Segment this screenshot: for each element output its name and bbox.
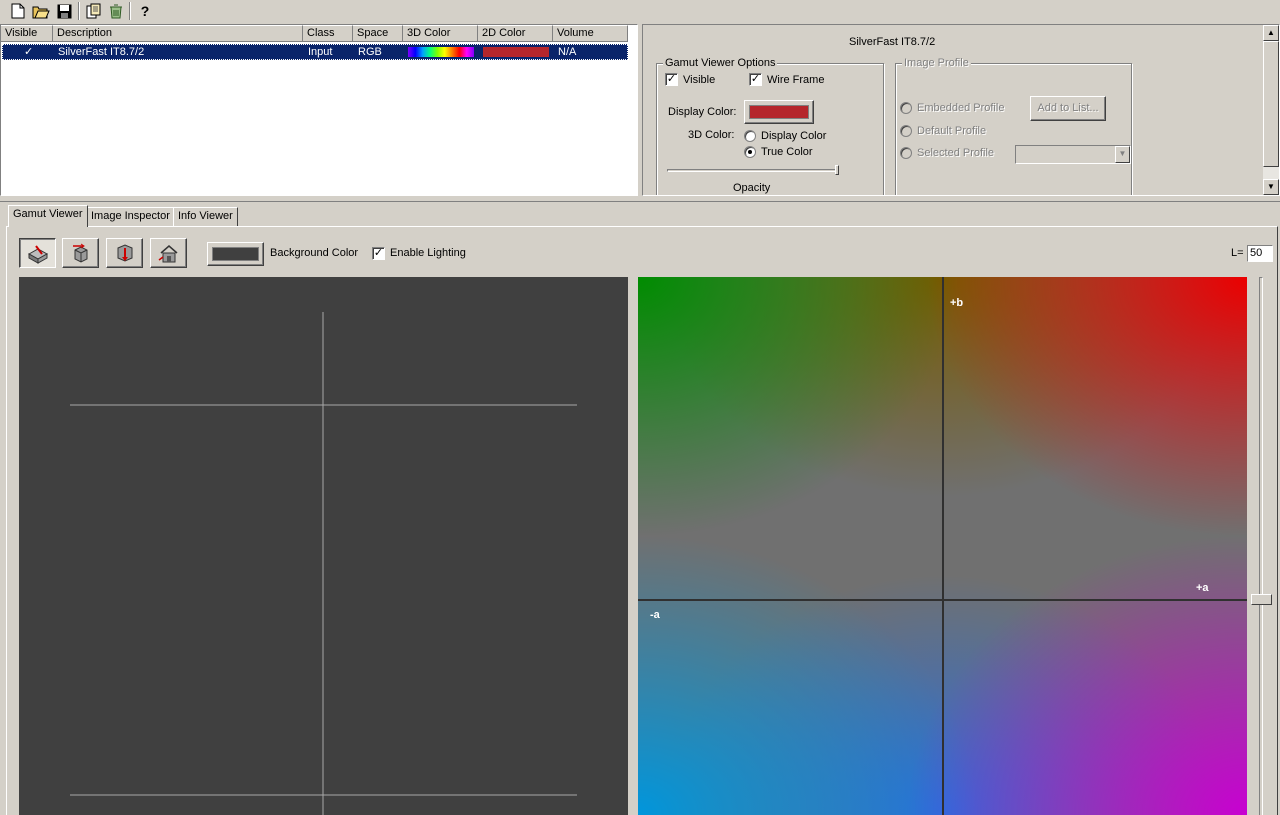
gamut-3d-viewport[interactable] bbox=[19, 277, 628, 815]
display-color-radio-label: Display Color bbox=[761, 130, 827, 142]
true-color-radio-label: True Color bbox=[761, 146, 813, 158]
move-down-tool[interactable] bbox=[106, 238, 143, 268]
display-color-button[interactable] bbox=[744, 100, 814, 124]
3d-color-label: 3D Color: bbox=[688, 129, 735, 141]
opacity-label: Opacity bbox=[733, 182, 771, 194]
image-profile-title: Image Profile bbox=[902, 57, 971, 69]
main-toolbar: ? bbox=[0, 0, 1280, 23]
column-header-space[interactable]: Space bbox=[353, 25, 403, 42]
ab-a-axis bbox=[638, 599, 1247, 601]
view-3d-icon bbox=[27, 245, 48, 264]
wire-frame-checkbox[interactable]: ✓ bbox=[749, 73, 762, 86]
options-panel-title: SilverFast IT8.7/2 bbox=[849, 36, 936, 48]
embedded-profile-radio[interactable] bbox=[900, 102, 912, 114]
background-color-label: Background Color bbox=[270, 247, 359, 259]
selected-profile-radio[interactable] bbox=[900, 147, 912, 159]
toolbar-separator bbox=[78, 2, 80, 20]
l-value-input[interactable]: 50 bbox=[1247, 245, 1273, 262]
row-3d-color-swatch bbox=[408, 47, 474, 57]
rotate-tool[interactable] bbox=[62, 238, 99, 268]
selected-profile-label: Selected Profile bbox=[917, 147, 995, 159]
background-color-button[interactable] bbox=[207, 242, 264, 266]
visible-checkmark[interactable]: ✓ bbox=[24, 44, 33, 60]
selected-profile-dropdown[interactable]: ▼ bbox=[1015, 145, 1131, 164]
home-view-icon bbox=[158, 245, 177, 263]
row-class: Input bbox=[308, 46, 333, 58]
true-color-radio[interactable] bbox=[744, 146, 756, 158]
row-2d-color-swatch bbox=[483, 47, 549, 57]
display-color-swatch bbox=[749, 105, 809, 119]
visible-checkbox[interactable]: ✓ bbox=[665, 73, 678, 86]
column-header-volume[interactable]: Volume bbox=[553, 25, 628, 42]
display-color-radio[interactable] bbox=[744, 130, 756, 142]
row-description: SilverFast IT8.7/2 bbox=[58, 46, 145, 58]
tab-info-viewer[interactable]: Info Viewer bbox=[173, 207, 238, 226]
l-slider-thumb[interactable] bbox=[1251, 594, 1272, 605]
copy-icon[interactable] bbox=[83, 1, 105, 21]
display-color-label: Display Color: bbox=[668, 106, 737, 118]
wire-frame-label: Wire Frame bbox=[767, 74, 825, 86]
default-profile-label: Default Profile bbox=[917, 125, 987, 137]
enable-lighting-checkbox[interactable]: ✓ bbox=[372, 247, 385, 260]
home-view-tool[interactable] bbox=[150, 238, 187, 268]
background-color-swatch bbox=[212, 247, 259, 261]
rotate-icon bbox=[72, 243, 87, 263]
horizontal-splitter[interactable] bbox=[0, 196, 1280, 202]
opacity-slider-track[interactable] bbox=[667, 169, 839, 172]
profile-list: Visible Description Class Space 3D Color… bbox=[0, 24, 638, 196]
options-scrollbar[interactable]: ▲ ▼ bbox=[1263, 25, 1279, 195]
column-header-visible[interactable]: Visible bbox=[1, 25, 53, 42]
enable-lighting-label: Enable Lighting bbox=[390, 247, 466, 259]
toolbar-separator bbox=[129, 2, 131, 20]
l-slider-track[interactable] bbox=[1259, 277, 1263, 815]
help-icon[interactable]: ? bbox=[134, 1, 156, 21]
minus-a-label: -a bbox=[650, 609, 660, 621]
gamut-3d-wireframe bbox=[70, 312, 577, 815]
l-value-label: L= bbox=[1231, 247, 1244, 259]
recycle-icon[interactable] bbox=[105, 1, 127, 21]
open-folder-icon[interactable] bbox=[30, 1, 52, 21]
tab-gamut-viewer[interactable]: Gamut Viewer bbox=[8, 205, 88, 227]
chevron-down-icon[interactable]: ▼ bbox=[1115, 146, 1130, 163]
column-header-2d-color[interactable]: 2D Color bbox=[478, 25, 553, 42]
plus-b-label: +b bbox=[950, 297, 964, 309]
ab-b-axis bbox=[942, 277, 944, 815]
column-header-class[interactable]: Class bbox=[303, 25, 353, 42]
tab-image-inspector[interactable]: Image Inspector bbox=[86, 207, 175, 226]
embedded-profile-label: Embedded Profile bbox=[917, 102, 1005, 114]
plus-a-label: +a bbox=[1196, 582, 1209, 594]
scroll-thumb[interactable] bbox=[1263, 41, 1279, 167]
new-file-icon[interactable] bbox=[7, 1, 29, 21]
scroll-down-icon[interactable]: ▼ bbox=[1263, 179, 1279, 195]
ab-color-plane[interactable]: +b +a -a bbox=[638, 277, 1247, 815]
row-space: RGB bbox=[358, 46, 382, 58]
move-down-icon bbox=[117, 244, 132, 262]
visible-label: Visible bbox=[683, 74, 716, 86]
options-panel: SilverFast IT8.7/2 Gamut Viewer Options … bbox=[642, 24, 1280, 196]
column-header-3d-color[interactable]: 3D Color bbox=[403, 25, 478, 42]
view-3d-tool[interactable] bbox=[19, 238, 56, 268]
gamut-viewer-options-title: Gamut Viewer Options bbox=[663, 57, 778, 69]
default-profile-radio[interactable] bbox=[900, 125, 912, 137]
scroll-up-icon[interactable]: ▲ bbox=[1263, 25, 1279, 41]
add-to-list-button[interactable]: Add to List... bbox=[1030, 96, 1106, 121]
opacity-slider-thumb[interactable] bbox=[835, 165, 839, 175]
table-row[interactable]: ✓ SilverFast IT8.7/2 Input RGB N/A bbox=[2, 44, 628, 60]
row-volume: N/A bbox=[558, 46, 577, 58]
column-header-description[interactable]: Description bbox=[53, 25, 303, 42]
save-icon[interactable] bbox=[53, 1, 75, 21]
